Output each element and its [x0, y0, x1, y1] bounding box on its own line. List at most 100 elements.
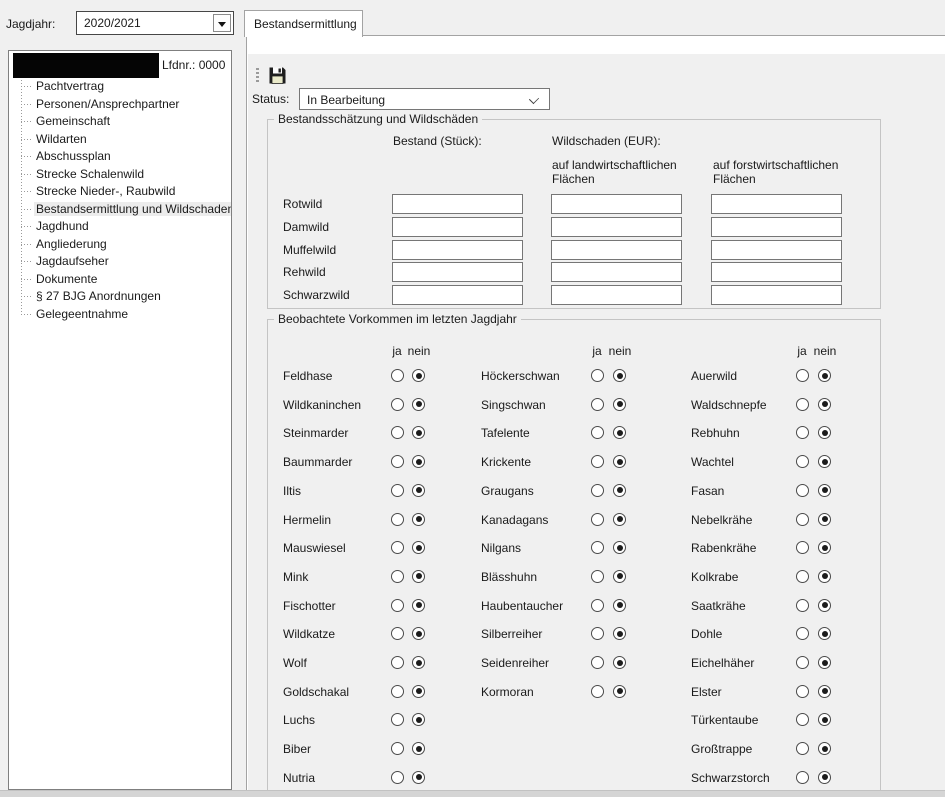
tree-item-jagdhund[interactable]: Jagdhund — [9, 218, 232, 235]
combobox-dropdown-arrow-icon[interactable] — [213, 14, 231, 32]
wildschaden-forstwirtschaftlich-input-schwarzwild[interactable] — [711, 285, 842, 305]
floppy-disk-icon — [267, 65, 288, 86]
radio-nein-kolkrabe[interactable] — [818, 570, 831, 583]
radio-ja-großtrappe[interactable] — [796, 742, 809, 755]
toolbar-grip-handle[interactable] — [256, 68, 259, 84]
bestand-column-header: Bestand (Stück): — [393, 134, 482, 148]
radio-nein-eichelhäher[interactable] — [818, 656, 831, 669]
tree-item-label: Jagdhund — [34, 219, 91, 233]
bestand-input-muffelwild[interactable] — [392, 240, 523, 260]
jagdjahr-combobox[interactable]: 2020/2021 — [76, 11, 234, 35]
radio-nein-fasan[interactable] — [818, 484, 831, 497]
radio-ja-dohle[interactable] — [796, 627, 809, 640]
tree-item-jagdaufseher[interactable]: Jagdaufseher — [9, 253, 232, 270]
tree-connector — [21, 156, 32, 157]
tree-connector — [21, 226, 32, 227]
navigation-tree: Lfdnr.: 0000 PachtvertragPersonen/Anspre… — [8, 50, 232, 790]
tree-item-gemeinschaft[interactable]: Gemeinschaft — [9, 113, 232, 130]
radio-nein-schwarzstorch[interactable] — [818, 771, 831, 784]
species-row-türkentaube: Türkentaube — [268, 713, 882, 729]
species-row-fasan: Fasan — [268, 484, 882, 500]
radio-nein-elster[interactable] — [818, 685, 831, 698]
wildschaden-landwirtschaftlich-input-muffelwild[interactable] — [551, 240, 682, 260]
species-label: Schwarzstorch — [691, 771, 770, 785]
tree-item-strecke-schalenwild[interactable]: Strecke Schalenwild — [9, 166, 232, 183]
ja-column-header: ja — [793, 344, 811, 358]
species-row-dohle: Dohle — [268, 627, 882, 643]
radio-ja-fasan[interactable] — [796, 484, 809, 497]
species-label: Kolkrabe — [691, 570, 738, 584]
wildschaden-forstwirtschaftlich-input-rehwild[interactable] — [711, 262, 842, 282]
tree-item-label: Wildarten — [34, 132, 89, 146]
bestand-input-rotwild[interactable] — [392, 194, 523, 214]
wildschaden-landwirtschaftlich-input-schwarzwild[interactable] — [551, 285, 682, 305]
bestand-input-damwild[interactable] — [392, 217, 523, 237]
radio-nein-nebelkrähe[interactable] — [818, 513, 831, 526]
tree-item-label: Personen/Ansprechpartner — [34, 97, 181, 111]
radio-nein-saatkrähe[interactable] — [818, 599, 831, 612]
tree-item-strecke-nieder-raubwild[interactable]: Strecke Nieder-, Raubwild — [9, 183, 232, 200]
radio-nein-waldschnepfe[interactable] — [818, 398, 831, 411]
bestand-input-rehwild[interactable] — [392, 262, 523, 282]
radio-ja-eichelhäher[interactable] — [796, 656, 809, 669]
tree-item-pachtvertrag[interactable]: Pachtvertrag — [9, 78, 232, 95]
tab-bestandsermittlung[interactable]: Bestandsermittlung — [244, 10, 363, 37]
wildschaden-landwirtschaftlich-input-rehwild[interactable] — [551, 262, 682, 282]
radio-ja-türkentaube[interactable] — [796, 713, 809, 726]
radio-nein-dohle[interactable] — [818, 627, 831, 640]
wildschaden-landwirtschaftlich-input-damwild[interactable] — [551, 217, 682, 237]
tree-connector — [21, 174, 32, 175]
tree-item-dokumente[interactable]: Dokumente — [9, 271, 232, 288]
species-row-schwarzstorch: Schwarzstorch — [268, 771, 882, 787]
tree-item-label: Dokumente — [34, 272, 99, 286]
tree-item-angliederung[interactable]: Angliederung — [9, 236, 232, 253]
tree-item-label: Gelegeentnahme — [34, 307, 130, 321]
radio-ja-auerwild[interactable] — [796, 369, 809, 382]
window-bottom-edge — [0, 790, 945, 797]
species-label: Rabenkrähe — [691, 541, 756, 555]
tree-connector — [21, 191, 32, 192]
radio-nein-großtrappe[interactable] — [818, 742, 831, 755]
radio-ja-kolkrabe[interactable] — [796, 570, 809, 583]
species-label: Dohle — [691, 627, 722, 641]
tree-connector — [21, 261, 32, 262]
tree-item-wildarten[interactable]: Wildarten — [9, 131, 232, 148]
tree-item-bestandsermittlung-und-wildschaden[interactable]: Bestandsermittlung und Wildschaden — [9, 201, 232, 218]
species-row-nebelkrähe: Nebelkrähe — [268, 513, 882, 529]
species-row-eichelhäher: Eichelhäher — [268, 656, 882, 672]
wildschaden-column-header: Wildschaden (EUR): — [552, 134, 661, 148]
radio-nein-auerwild[interactable] — [818, 369, 831, 382]
jagdjahr-value: 2020/2021 — [84, 16, 141, 30]
radio-nein-rebhuhn[interactable] — [818, 426, 831, 439]
radio-nein-türkentaube[interactable] — [818, 713, 831, 726]
species-label: Fasan — [691, 484, 724, 498]
radio-ja-saatkrähe[interactable] — [796, 599, 809, 612]
wildschaden-forstwirtschaftlich-input-damwild[interactable] — [711, 217, 842, 237]
save-button[interactable] — [267, 65, 288, 86]
row-label-rotwild: Rotwild — [283, 197, 322, 211]
wildschaden-forstwirtschaftlich-input-muffelwild[interactable] — [711, 240, 842, 260]
radio-ja-waldschnepfe[interactable] — [796, 398, 809, 411]
wildschaden-landwirtschaftlich-input-rotwild[interactable] — [551, 194, 682, 214]
tree-item-personen-ansprechpartner[interactable]: Personen/Ansprechpartner — [9, 96, 232, 113]
tab-page: Status: In Bearbeitung Bestandsschätzung… — [246, 35, 945, 797]
wildschaden-forstw-subheader: auf forstwirtschaftlichen Flächen — [713, 158, 858, 186]
species-row-wachtel: Wachtel — [268, 455, 882, 471]
radio-ja-rabenkrähe[interactable] — [796, 541, 809, 554]
radio-ja-schwarzstorch[interactable] — [796, 771, 809, 784]
wildschaden-forstwirtschaftlich-input-rotwild[interactable] — [711, 194, 842, 214]
tree-connector — [21, 121, 32, 122]
radio-nein-rabenkrähe[interactable] — [818, 541, 831, 554]
bestand-input-schwarzwild[interactable] — [392, 285, 523, 305]
tree-item-gelegeentnahme[interactable]: Gelegeentnahme — [9, 306, 232, 323]
status-combobox[interactable]: In Bearbeitung — [299, 88, 550, 110]
group-beobachtete-vorkommen: Beobachtete Vorkommen im letzten Jagdjah… — [267, 319, 881, 797]
radio-ja-rebhuhn[interactable] — [796, 426, 809, 439]
radio-nein-wachtel[interactable] — [818, 455, 831, 468]
tree-item-27-bjg-anordnungen[interactable]: § 27 BJG Anordnungen — [9, 288, 232, 305]
radio-ja-nebelkrähe[interactable] — [796, 513, 809, 526]
radio-ja-wachtel[interactable] — [796, 455, 809, 468]
radio-ja-elster[interactable] — [796, 685, 809, 698]
tree-item-abschussplan[interactable]: Abschussplan — [9, 148, 232, 165]
row-label-schwarzwild: Schwarzwild — [283, 288, 350, 302]
